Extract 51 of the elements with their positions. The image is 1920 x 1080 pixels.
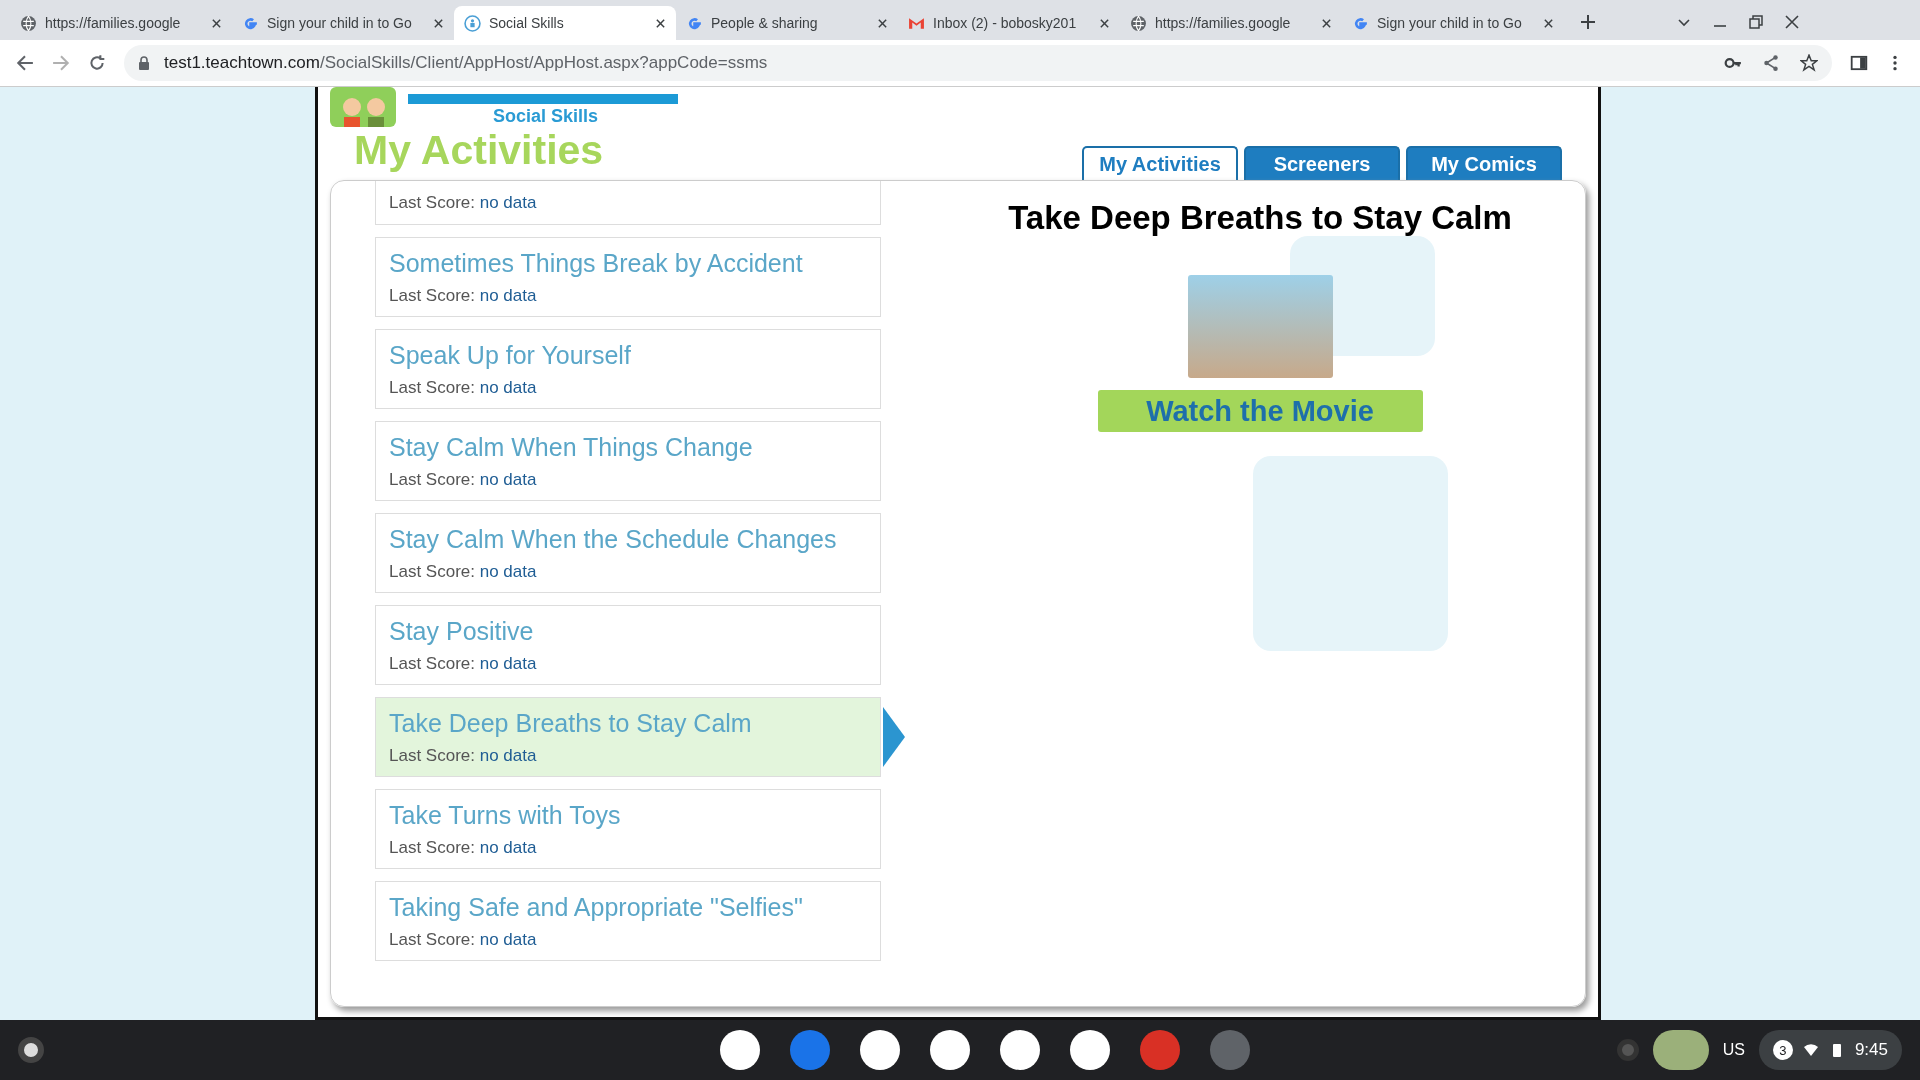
- selection-arrow-icon: [883, 707, 905, 767]
- browser-tab[interactable]: https://families.google: [10, 6, 232, 40]
- share-icon[interactable]: [1762, 54, 1780, 72]
- activity-item[interactable]: Stay Calm When Things Change Last Score: no data: [375, 421, 881, 501]
- activity-item[interactable]: Take Deep Breaths to Stay Calm Last Score: no data: [375, 697, 881, 777]
- close-icon[interactable]: [1543, 17, 1554, 29]
- browser-tab[interactable]: Social Skills: [454, 6, 676, 40]
- browser-tab[interactable]: Sign your child in to Go: [1342, 6, 1564, 40]
- side-panel-icon[interactable]: [1850, 54, 1868, 72]
- nav-tab[interactable]: My Activities: [1082, 146, 1238, 180]
- browser-tab[interactable]: https://families.google: [1120, 6, 1342, 40]
- activity-item[interactable]: Taking Safe and Appropriate "Selfies" Last Score: no data: [375, 881, 881, 961]
- close-icon[interactable]: [211, 17, 222, 29]
- activity-item[interactable]: Speak Up for Yourself Last Score: no data: [375, 329, 881, 409]
- launcher-icon[interactable]: [18, 1037, 44, 1063]
- lock-icon: [138, 56, 150, 70]
- activity-item[interactable]: Stay Calm When the Schedule Changes Last Score: no data: [375, 513, 881, 593]
- new-tab-icon[interactable]: [1580, 14, 1596, 30]
- back-icon[interactable]: [16, 54, 34, 72]
- page-heading: My Activities: [354, 127, 604, 174]
- browser-tab[interactable]: Sign your child in to Go: [232, 6, 454, 40]
- globe-icon: [1130, 14, 1147, 32]
- reload-icon[interactable]: [88, 54, 106, 72]
- browser-tab[interactable]: Inbox (2) - bobosky201: [898, 6, 1120, 40]
- nav-tab[interactable]: Screeners: [1244, 146, 1400, 180]
- restore-icon[interactable]: [1748, 14, 1764, 30]
- status-area[interactable]: 3 9:45: [1758, 1030, 1902, 1070]
- star-icon[interactable]: [1800, 54, 1818, 72]
- activity-title: Take Deep Breaths to Stay Calm: [1008, 199, 1512, 237]
- activity-item[interactable]: Last Score: no data: [375, 181, 881, 225]
- close-icon[interactable]: [1321, 17, 1332, 29]
- close-icon[interactable]: [1784, 14, 1800, 30]
- activity-item[interactable]: Sometimes Things Break by Accident Last Score: no data: [375, 237, 881, 317]
- globe-icon: [20, 14, 37, 32]
- close-icon[interactable]: [1099, 17, 1110, 29]
- clock-time: 9:45: [1854, 1040, 1888, 1060]
- address-bar[interactable]: test1.teachtown.com/SocialSkills/Client/AppHost/AppHost.aspx?appCode=ssms: [124, 45, 1832, 81]
- close-icon[interactable]: [877, 17, 888, 29]
- avatar-icon[interactable]: [1652, 1030, 1709, 1070]
- logo-subtitle: Social Skills: [492, 106, 598, 127]
- kids-logo-icon: [330, 87, 396, 127]
- keyboard-layout[interactable]: US: [1722, 1041, 1745, 1059]
- wifi-icon: [1802, 1042, 1819, 1058]
- activity-item[interactable]: Take Turns with Toys Last Score: no data: [375, 789, 881, 869]
- person-icon: [464, 14, 481, 32]
- browser-tab[interactable]: People & sharing: [676, 6, 898, 40]
- close-icon[interactable]: [655, 17, 666, 29]
- activity-item[interactable]: Stay Positive Last Score: no data: [375, 605, 881, 685]
- notification-count: 3: [1772, 1040, 1793, 1060]
- nav-tab[interactable]: My Comics: [1406, 146, 1562, 180]
- close-icon[interactable]: [433, 17, 444, 29]
